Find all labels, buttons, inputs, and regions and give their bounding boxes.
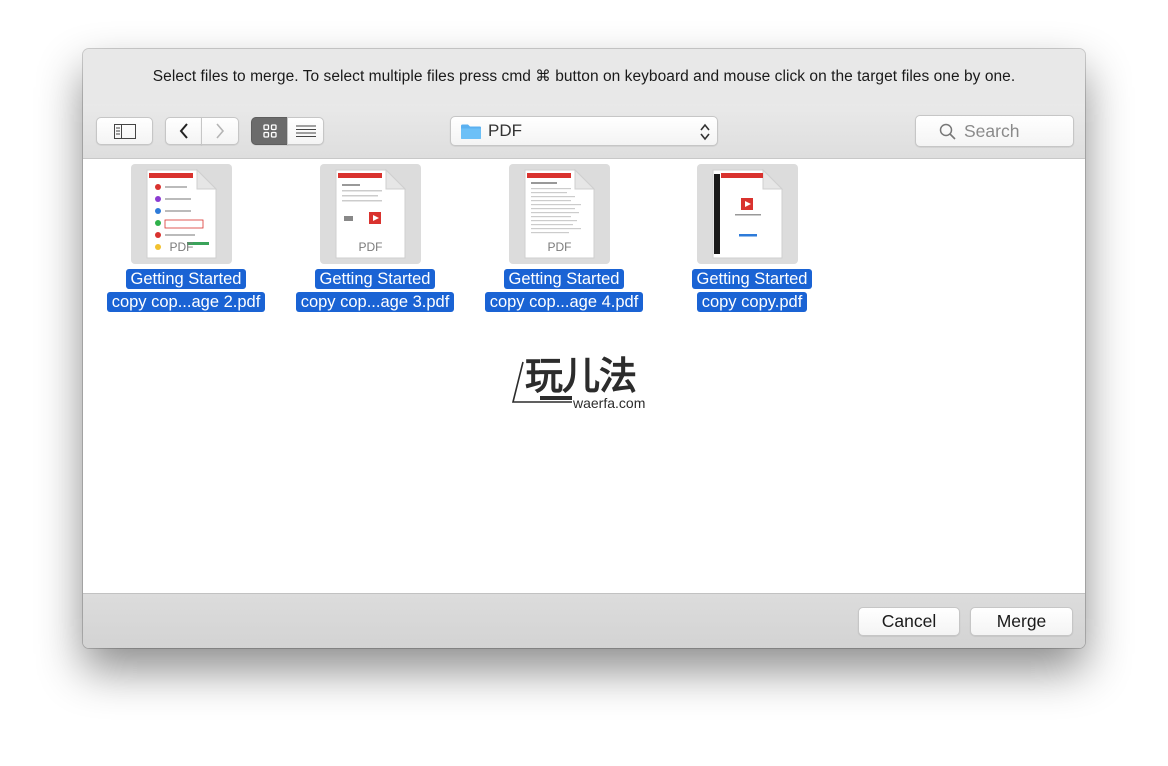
sidebar-toggle-button[interactable] bbox=[96, 117, 153, 145]
back-button[interactable] bbox=[165, 117, 202, 145]
watermark-logo: 玩儿法 waerfa.com bbox=[510, 355, 660, 415]
file-name-label: Getting Started copy cop...age 2.pdf bbox=[93, 268, 279, 313]
chevron-right-icon bbox=[216, 123, 225, 139]
forward-button[interactable] bbox=[201, 117, 239, 145]
instruction-bar: Select files to merge. To select multipl… bbox=[83, 49, 1085, 104]
icon-view-button[interactable] bbox=[251, 117, 288, 145]
chevron-left-icon bbox=[179, 123, 188, 139]
file-name-line1: Getting Started bbox=[314, 269, 436, 289]
cancel-button[interactable]: Cancel bbox=[858, 607, 960, 636]
file-browser-area: PDF Getting Started copy cop...age 2.pdf bbox=[83, 159, 1085, 593]
finder-toolbar: PDF Search bbox=[83, 104, 1085, 159]
grid-icon bbox=[262, 124, 277, 138]
file-name-line1: Getting Started bbox=[691, 269, 813, 289]
search-field[interactable]: Search bbox=[915, 115, 1074, 147]
search-placeholder: Search bbox=[964, 120, 1020, 141]
view-mode-buttons bbox=[251, 117, 324, 145]
list-view-button[interactable] bbox=[287, 117, 324, 145]
file-item[interactable]: PDF Getting Started copy cop...age 3.pdf bbox=[282, 164, 468, 314]
file-name-line1: Getting Started bbox=[503, 269, 625, 289]
merge-button[interactable]: Merge bbox=[970, 607, 1073, 636]
file-thumbnail: PDF bbox=[131, 164, 232, 264]
file-name-label: Getting Started copy copy.pdf bbox=[659, 268, 845, 313]
instruction-text: Select files to merge. To select multipl… bbox=[152, 68, 1016, 85]
merge-files-dialog: Select files to merge. To select multipl… bbox=[83, 49, 1085, 648]
pdf-label: PDF bbox=[358, 240, 383, 254]
dialog-button-bar: Cancel Merge bbox=[83, 593, 1085, 648]
folder-icon bbox=[461, 124, 481, 139]
file-name-line2: copy cop...age 3.pdf bbox=[295, 291, 455, 312]
sidebar-toggle-icon bbox=[113, 123, 136, 139]
file-item[interactable]: PDF Getting Started copy cop...age 4.pdf bbox=[471, 164, 657, 314]
file-item[interactable]: PDF Getting Started copy cop...age 2.pdf bbox=[93, 164, 279, 314]
file-name-label: Getting Started copy cop...age 3.pdf bbox=[282, 268, 468, 313]
file-name-line2: copy copy.pdf bbox=[696, 291, 808, 312]
location-popup[interactable]: PDF bbox=[450, 116, 718, 146]
file-thumbnail bbox=[697, 164, 798, 264]
magnifier-icon bbox=[939, 123, 956, 140]
location-label: PDF bbox=[488, 121, 522, 140]
file-item[interactable]: Getting Started copy copy.pdf bbox=[659, 164, 845, 314]
file-name-line2: copy cop...age 2.pdf bbox=[106, 291, 266, 312]
file-name-line1: Getting Started bbox=[125, 269, 247, 289]
navigation-buttons bbox=[165, 117, 239, 145]
chevron-up-down-icon bbox=[700, 123, 710, 141]
watermark-title: 玩儿法 bbox=[525, 356, 637, 398]
pdf-label: PDF bbox=[169, 240, 194, 254]
file-thumbnail: PDF bbox=[320, 164, 421, 264]
file-name-label: Getting Started copy cop...age 4.pdf bbox=[471, 268, 657, 313]
list-icon bbox=[295, 125, 316, 137]
file-name-line2: copy cop...age 4.pdf bbox=[484, 291, 644, 312]
pdf-document-icon bbox=[712, 168, 784, 259]
pdf-label: PDF bbox=[547, 240, 572, 254]
watermark-subtitle: waerfa.com bbox=[573, 395, 646, 411]
file-thumbnail: PDF bbox=[509, 164, 610, 264]
